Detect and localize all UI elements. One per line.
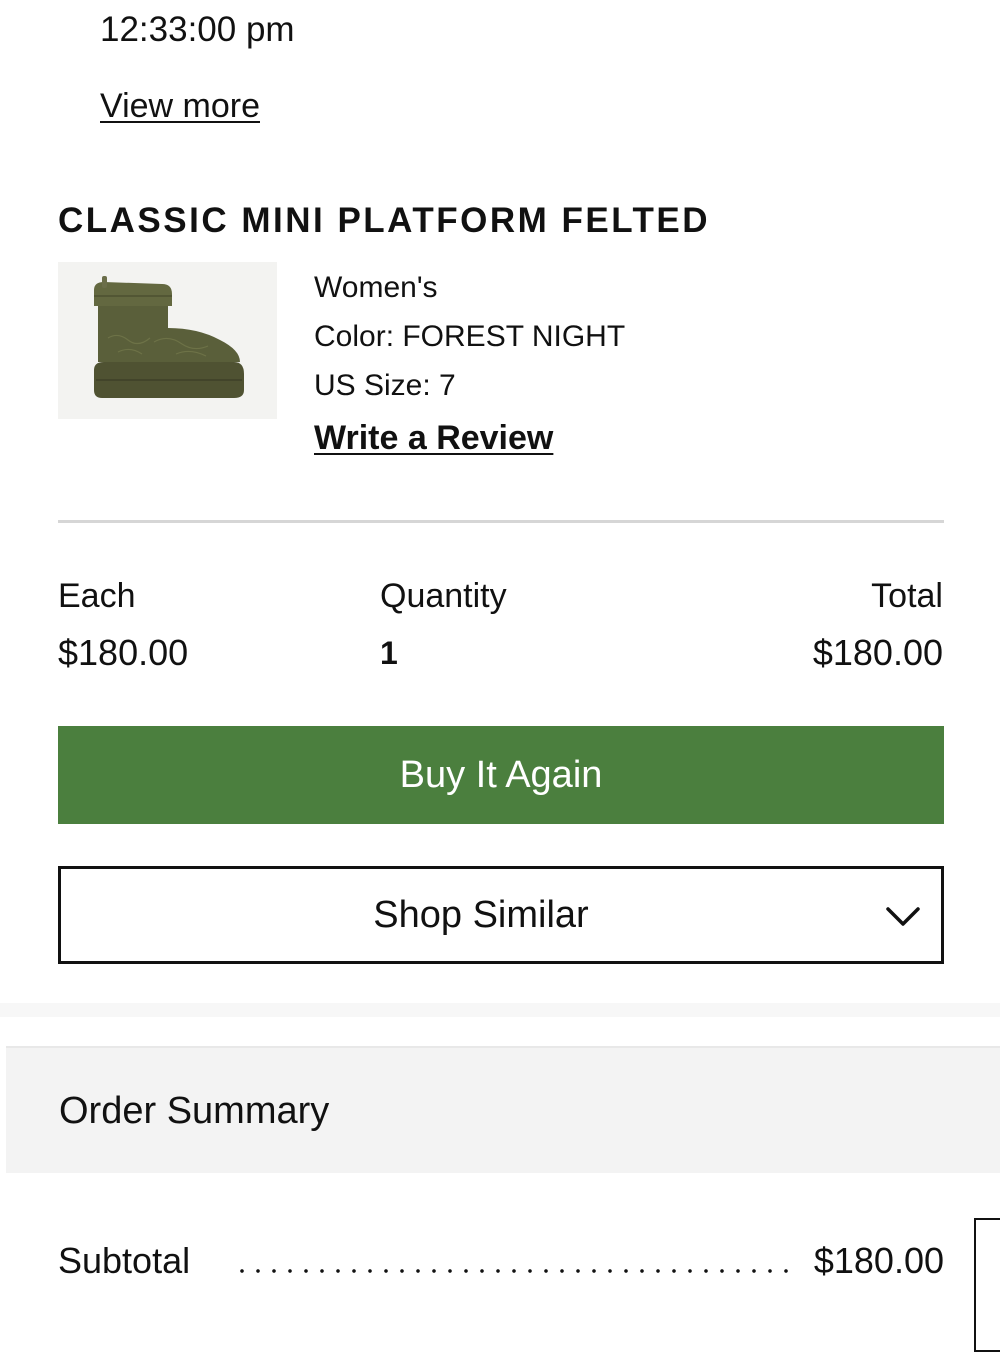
view-more-link[interactable]: View more (100, 86, 260, 126)
product-size: US Size: 7 (314, 369, 456, 402)
total-price: $180.00 (812, 632, 943, 673)
product-gender: Women's (314, 271, 438, 304)
quantity-value: 1 (380, 635, 398, 671)
shop-similar-label: Shop Similar (373, 893, 589, 936)
dot-leader (234, 1268, 794, 1274)
shop-similar-dropdown[interactable]: Shop Similar (58, 866, 944, 964)
side-feedback-tab[interactable] (974, 1218, 1000, 1352)
order-item-card (6, 0, 994, 1003)
each-price: $180.00 (58, 632, 189, 673)
subtotal-row: Subtotal $180.00 (58, 1240, 944, 1284)
chevron-down-icon (886, 907, 920, 926)
order-summary-title: Order Summary (59, 1090, 330, 1132)
divider (58, 520, 944, 523)
product-color: Color: FOREST NIGHT (314, 320, 626, 353)
subtotal-label: Subtotal (58, 1240, 191, 1281)
write-review-link[interactable]: Write a Review (314, 418, 553, 458)
each-label: Each (58, 577, 136, 615)
product-thumbnail[interactable] (58, 262, 277, 419)
section-separator (0, 1003, 1000, 1017)
buy-it-again-button[interactable]: Buy It Again (58, 726, 944, 824)
boot-product-image (58, 262, 277, 419)
product-title: CLASSIC MINI PLATFORM FELTED (58, 201, 710, 240)
order-time: 12:33:00 pm (100, 10, 295, 49)
subtotal-value: $180.00 (813, 1240, 944, 1281)
quantity-label: Quantity (380, 577, 507, 615)
total-label: Total (871, 577, 943, 615)
order-summary-header: Order Summary (6, 1046, 1000, 1173)
